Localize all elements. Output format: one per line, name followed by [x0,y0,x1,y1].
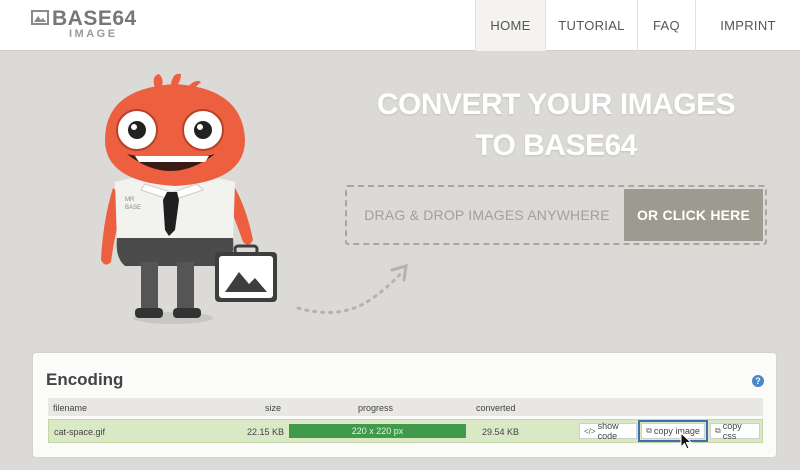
mascot-shirt-text-line2: BASE [125,205,142,211]
nav-home[interactable]: HOME [475,0,545,51]
cell-size: 22.15 KB [247,427,285,437]
nav-tutorial[interactable]: TUTORIAL [545,0,637,51]
column-size: size [265,403,282,413]
top-header: BASE64 IMAGE HOME TUTORIAL FAQ IMPRINT [0,0,800,51]
table-row: cat-space.gif 22.15 KB 220 x 220 px 29.5… [48,419,763,443]
hero-title-line2: TO BASE64 [475,129,637,162]
logo-subtitle: IMAGE [69,28,118,40]
panel-title: Encoding [46,370,124,389]
nav-imprint[interactable]: IMPRINT [695,0,800,51]
mascot-illustration [101,73,277,324]
main-nav: HOME TUTORIAL FAQ IMPRINT [475,0,800,51]
show-code-label: show code [597,421,619,441]
progress-bar: 220 x 220 px [289,424,466,438]
copy-icon: ⧉ [715,426,721,435]
mascot-shirt-text-line1: MR [125,197,135,203]
column-converted: converted [476,403,516,413]
upload-click-button[interactable]: OR CLICK HERE [624,189,763,241]
column-filename: filename [53,403,88,413]
nav-faq[interactable]: FAQ [637,0,695,51]
copy-image-button[interactable]: ⧉ copy image [638,420,708,442]
hero-title-line1: CONVERT YOUR IMAGES [376,88,736,121]
table-header: filename size progress converted [48,398,763,416]
column-progress: progress [358,403,394,413]
hero-title: CONVERT YOUR IMAGES TO BASE64 [370,84,742,166]
copy-css-button[interactable]: ⧉ copy css [710,421,760,441]
show-code-button[interactable]: </> show code [579,421,637,441]
cell-converted: 29.54 KB [482,427,520,437]
drop-zone-label: DRAG & DROP IMAGES ANYWHERE [364,207,610,223]
encoding-panel: Encoding ? filename size progress conver… [32,352,777,458]
copy-css-label: copy css [722,421,742,441]
cell-filename: cat-space.gif [54,427,106,437]
image-icon [31,10,49,25]
drop-zone[interactable]: DRAG & DROP IMAGES ANYWHERE OR CLICK HER… [345,185,767,245]
arrow-decoration [296,263,408,314]
code-icon: </> [584,426,596,436]
progress-label: 220 x 220 px [351,426,404,436]
copy-icon: ⧉ [646,426,652,435]
mouse-cursor-icon [680,432,693,450]
question-circle-icon[interactable]: ? [752,375,764,387]
logo[interactable]: BASE64 IMAGE [31,7,136,44]
